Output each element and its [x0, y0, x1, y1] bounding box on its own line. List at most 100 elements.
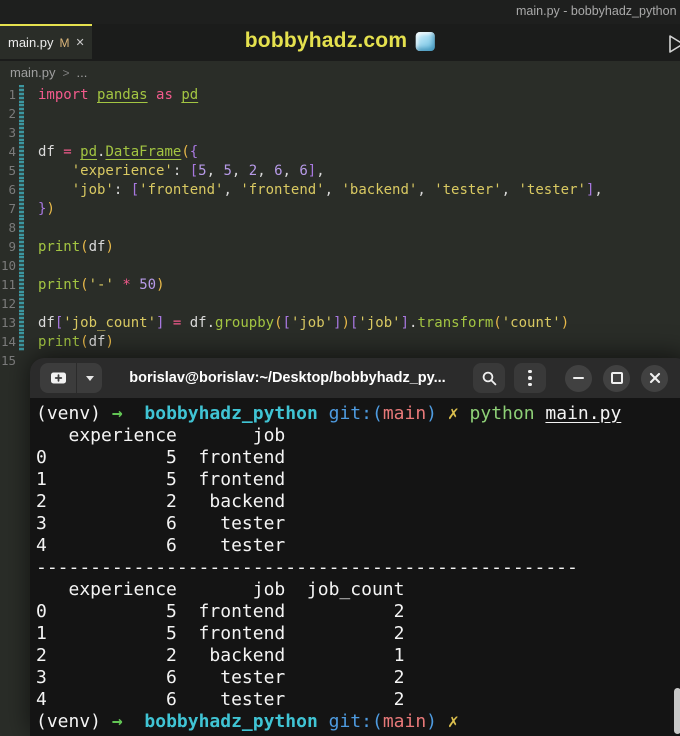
code-token-kw: import [38, 86, 89, 103]
close-button[interactable] [641, 364, 668, 392]
code-line[interactable]: 9 print(df) [0, 237, 680, 256]
code-token-kw: * [122, 276, 131, 293]
modified-gutter-indicator [19, 237, 24, 256]
tab-close-icon[interactable]: ✕ [76, 36, 85, 49]
modified-gutter-indicator [19, 256, 24, 275]
code-token-str: 'count' [501, 314, 561, 331]
terminal-output[interactable]: (venv) → bobbyhadz_python git:(main) ✗ p… [30, 398, 680, 733]
terminal-token-fg [535, 403, 546, 424]
terminal-search-button[interactable] [473, 363, 505, 393]
code-line[interactable]: 12 [0, 294, 680, 313]
code-token-fn: print [38, 276, 81, 293]
line-number: 7 [8, 201, 16, 216]
terminal-token-dir: bobbyhadz_python [144, 403, 318, 424]
terminal-token-cmd: python [469, 403, 535, 424]
run-python-file-button[interactable] [665, 33, 680, 55]
code-line[interactable]: 3 [0, 123, 680, 142]
terminal-token-out: experience job [36, 425, 286, 446]
terminal-line: 1 5 frontend 2 [36, 623, 680, 645]
terminal-line: (venv) → bobbyhadz_python git:(main) ✗ [36, 711, 680, 733]
new-tab-button[interactable] [40, 363, 77, 393]
terminal-token-out: 0 5 frontend [36, 447, 286, 468]
minimize-icon [573, 377, 584, 379]
terminal-token-out: 1 5 frontend 2 [36, 623, 405, 644]
code-token-str: 'backend' [341, 181, 418, 198]
new-tab-dropdown-button[interactable] [77, 363, 102, 393]
code-token-str: 'job' [290, 314, 334, 331]
code-line[interactable]: 7}) [0, 199, 680, 218]
code-token-pl: , [231, 162, 249, 179]
line-number: 8 [8, 220, 16, 235]
code-line[interactable]: 13 df['job_count'] = df.groupby(['job'])[… [0, 313, 680, 332]
terminal-title: borislav@borislav:~/Desktop/bobbyhadz_py… [129, 370, 446, 386]
tab-main-py[interactable]: main.py M ✕ [0, 24, 92, 59]
code-token-b1: ( [493, 314, 502, 331]
tab-modified-badge: M [59, 35, 70, 50]
code-line[interactable]: 2 [0, 104, 680, 123]
modified-gutter-indicator [19, 180, 24, 199]
code-token-mod: pd [80, 143, 98, 160]
code-token-num: 2 [248, 162, 258, 179]
terminal-token-out: 1 5 frontend [36, 469, 286, 490]
run-play-icon [669, 35, 680, 53]
terminal-line: 2 2 backend [36, 491, 680, 513]
code-line[interactable]: 1 import pandas as pd [0, 85, 680, 104]
code-token-str: 'tester' [518, 181, 586, 198]
breadcrumb-file[interactable]: main.py [10, 65, 56, 80]
terminal-token-fg: (venv) [36, 711, 112, 732]
modified-gutter-indicator [19, 218, 24, 237]
code-token-b2: [ [189, 162, 199, 179]
line-number: 3 [8, 125, 16, 140]
code-line-text: df['job_count'] = df.groupby(['job'])['j… [38, 315, 569, 331]
breadcrumb[interactable]: main.py > ... [0, 61, 680, 84]
modified-gutter-indicator [19, 351, 24, 370]
code-token-pl: : [172, 162, 190, 179]
new-tab-icon [50, 372, 66, 384]
minimize-button[interactable] [565, 364, 592, 392]
code-line[interactable]: 11 print('-' * 50) [0, 275, 680, 294]
terminal-line: 1 5 frontend [36, 469, 680, 491]
code-token-b2: [ [130, 181, 140, 198]
line-number: 2 [8, 106, 16, 121]
code-token-pl: df [38, 314, 55, 331]
line-number: 11 [0, 277, 16, 292]
terminal-token-out: 4 6 tester 2 [36, 689, 405, 710]
terminal-token-cross: ✗ [447, 403, 459, 424]
terminal-token-git: ) [426, 403, 438, 424]
terminal-titlebar: borislav@borislav:~/Desktop/bobbyhadz_py… [30, 358, 680, 398]
modified-gutter-indicator [19, 313, 24, 332]
terminal-token-out: 2 2 backend [36, 491, 286, 512]
terminal-newtab-splitbutton [40, 363, 102, 393]
code-token-pl: df. [181, 314, 216, 331]
code-token-kw: as [156, 86, 173, 103]
code-line[interactable]: 14 print(df) [0, 332, 680, 351]
code-line[interactable]: 8 [0, 218, 680, 237]
code-line[interactable]: 6 'job': ['frontend', 'frontend', 'backe… [0, 180, 680, 199]
code-token-b1: ( [80, 276, 89, 293]
code-token-pl: : [113, 181, 131, 198]
line-number: 10 [0, 258, 16, 273]
breadcrumb-ellipsis[interactable]: ... [77, 65, 88, 80]
code-token-kw: = [63, 143, 72, 160]
code-line-text: 'job': ['frontend', 'frontend', 'backend… [38, 182, 603, 198]
terminal-menu-button[interactable] [514, 363, 546, 393]
tab-label: main.py [8, 35, 54, 50]
maximize-button[interactable] [603, 364, 630, 392]
terminal-token-fg: (venv) [36, 403, 112, 424]
code-line[interactable]: 5 'experience': [5, 5, 2, 6, 6], [0, 161, 680, 180]
site-banner-text: bobbyhadz.com [244, 29, 408, 52]
code-token-b1: ) [560, 314, 570, 331]
code-token-str: 'job' [71, 181, 114, 198]
terminal-token-branch: main [382, 403, 427, 424]
terminal-line: 0 5 frontend [36, 447, 680, 469]
terminal-scrollbar-thumb[interactable] [674, 688, 680, 734]
code-token-pl: , [282, 162, 300, 179]
terminal-line: experience job [36, 425, 680, 447]
code-token-num: 5 [223, 162, 232, 179]
code-line[interactable]: 4 df = pd.DataFrame({ [0, 142, 680, 161]
code-token-pl: , [324, 181, 342, 198]
code-line[interactable]: 10 [0, 256, 680, 275]
